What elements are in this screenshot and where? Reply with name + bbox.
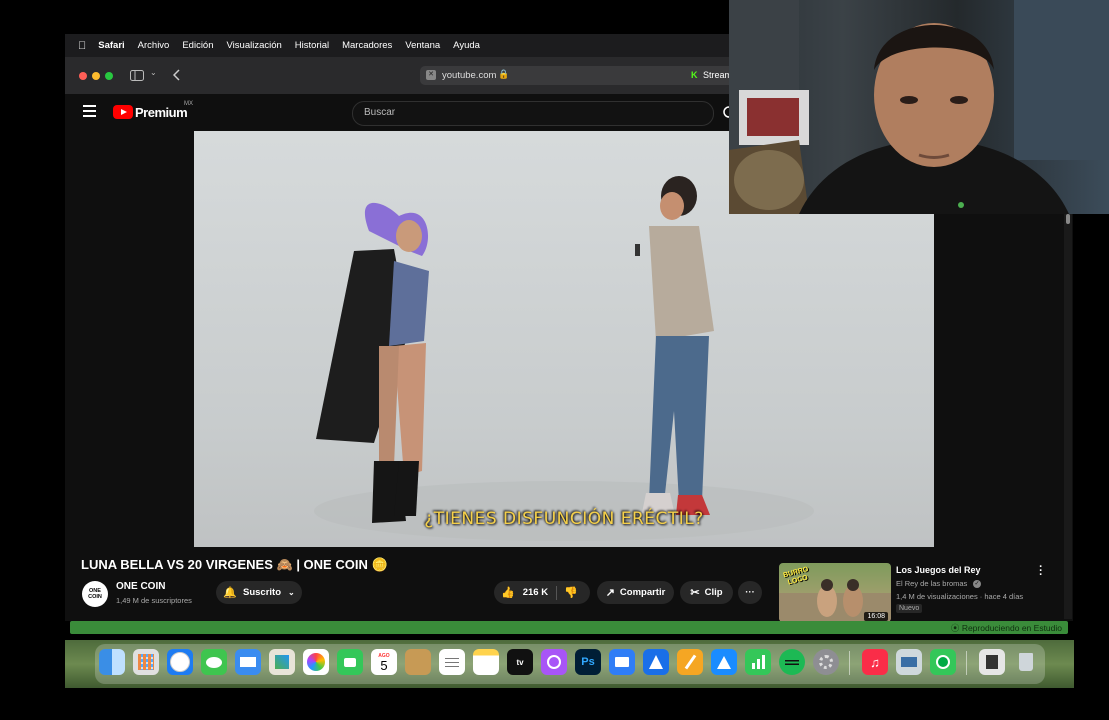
clip-label: Clip	[704, 587, 723, 598]
safari-toolbar: ⌄ ✕ youtube.com 🔒 🔊 ••• K Stream	[65, 57, 738, 94]
bell-icon: 🔔	[223, 587, 237, 599]
close-window-button[interactable]	[79, 72, 87, 80]
hamburger-menu-icon[interactable]	[83, 105, 96, 117]
notes-icon[interactable]	[473, 649, 499, 675]
video-duration: 16:08	[864, 612, 888, 621]
launchpad-icon[interactable]	[133, 649, 159, 675]
share-label: Compartir	[619, 587, 666, 598]
verified-icon: ✓	[973, 580, 981, 588]
youtube-premium-label: Premium	[135, 105, 188, 120]
pages-icon[interactable]	[677, 649, 703, 675]
facetime-icon[interactable]	[337, 649, 363, 675]
youtube-logo-icon[interactable]	[113, 105, 133, 119]
apple-tv-label: tv	[516, 657, 524, 667]
broadcast-icon: ⦿	[950, 623, 960, 633]
more-actions-button[interactable]: ···	[738, 581, 762, 604]
share-button[interactable]: ↗ Compartir	[597, 581, 674, 604]
minimize-window-button[interactable]	[92, 72, 100, 80]
recommendation-title[interactable]: Los Juegos del Rey	[896, 565, 981, 575]
like-dislike-group: 👍 216 K 👎	[494, 581, 590, 604]
photos-icon[interactable]	[303, 649, 329, 675]
address-url: youtube.com	[442, 70, 497, 81]
menu-ayuda[interactable]: Ayuda	[453, 40, 480, 51]
downloads-folder-icon[interactable]	[979, 649, 1005, 675]
messages-icon[interactable]	[201, 649, 227, 675]
video-title: LUNA BELLA VS 20 VIRGENES 🙈 | ONE COIN 🪙	[81, 557, 388, 572]
spotify-icon[interactable]	[779, 649, 805, 675]
region-label: MX	[184, 101, 193, 107]
trash-icon[interactable]	[1013, 649, 1039, 675]
apple-tv-icon[interactable]: tv	[507, 649, 533, 675]
status-label: ⦿ Reproduciendo en Estudio	[950, 623, 1062, 633]
chevron-down-icon[interactable]: ⌄	[150, 68, 157, 77]
system-settings-icon[interactable]	[813, 649, 839, 675]
podcasts-icon[interactable]	[541, 649, 567, 675]
reminders-icon[interactable]	[439, 649, 465, 675]
video-subtitle: ¿TIENES DISFUNCIÓN ERÉCTIL?	[424, 509, 704, 529]
subscriber-count: 1,49 M de suscriptores	[116, 596, 192, 605]
apple-icon[interactable]: 	[78, 40, 86, 52]
sidebar-icon[interactable]	[130, 70, 144, 81]
subscribed-label: Suscrito	[242, 587, 281, 598]
studio-status-bar: ⦿ Reproduciendo en Estudio	[70, 621, 1068, 634]
scissors-icon: ✂	[690, 587, 700, 599]
subscribed-button[interactable]: 🔔 Suscrito ⌄	[216, 581, 302, 604]
share-icon: ↗	[605, 587, 615, 599]
mail-icon[interactable]	[235, 649, 261, 675]
music-icon[interactable]: ♫	[862, 649, 888, 675]
menu-historial[interactable]: Historial	[295, 40, 329, 51]
keynote-icon[interactable]	[609, 649, 635, 675]
obs-icon[interactable]	[930, 649, 956, 675]
menu-edicion[interactable]: Edición	[182, 40, 213, 51]
recommendation-menu-icon[interactable]: · · ·	[1038, 562, 1044, 581]
menu-archivo[interactable]: Archivo	[138, 40, 170, 51]
app-store-icon[interactable]	[711, 649, 737, 675]
photoshop-icon[interactable]: Ps	[575, 649, 601, 675]
page-scrollbar[interactable]	[1064, 214, 1072, 619]
calendar-icon[interactable]: AGO 5	[371, 649, 397, 675]
webcam-feed	[729, 0, 1109, 214]
contacts-icon[interactable]	[405, 649, 431, 675]
channel-name[interactable]: ONE COIN	[116, 581, 165, 592]
like-icon[interactable]: 👍	[501, 586, 515, 599]
back-icon[interactable]	[173, 69, 181, 81]
dislike-icon[interactable]: 👎	[564, 586, 578, 599]
youtube-header: Premium MX Buscar	[65, 94, 730, 131]
mac-menubar:  Safari Archivo Edición Visualización H…	[65, 34, 729, 57]
numbers-icon[interactable]	[745, 649, 771, 675]
webcam-overlay	[729, 0, 1109, 214]
maps-icon[interactable]	[269, 649, 295, 675]
finder-icon[interactable]	[99, 649, 125, 675]
like-count[interactable]: 216 K	[523, 587, 548, 598]
tab-stream[interactable]: K Stream	[685, 66, 735, 85]
recommendation-channel: El Rey de las bromas	[896, 579, 968, 588]
lock-icon: 🔒	[498, 69, 510, 79]
kick-favicon-icon: K	[691, 70, 698, 80]
zoom-window-button[interactable]	[105, 72, 113, 80]
menu-visualizacion[interactable]: Visualización	[227, 40, 282, 51]
more-icon: ···	[745, 587, 755, 598]
site-favicon-icon: ✕	[426, 70, 436, 80]
safari-icon[interactable]	[167, 649, 193, 675]
menu-marcadores[interactable]: Marcadores	[342, 40, 392, 51]
preview-icon[interactable]	[896, 649, 922, 675]
menu-ventana[interactable]: Ventana	[405, 40, 440, 51]
search-placeholder: Buscar	[364, 107, 396, 118]
clip-button[interactable]: ✂ Clip	[680, 581, 733, 604]
new-badge: Nuevo	[896, 604, 923, 613]
recommendation-thumbnail[interactable]: BURRO LOCO 16:08	[779, 563, 891, 622]
recommendation-meta: 1,4 M de visualizaciones · hace 4 días	[896, 592, 1024, 601]
testflight-icon[interactable]	[643, 649, 669, 675]
tab-label: Stream	[703, 70, 733, 80]
page-scrollbar-thumb[interactable]	[1066, 214, 1070, 224]
chevron-down-icon: ⌄	[288, 588, 295, 597]
channel-avatar[interactable]: ONE COIN	[82, 581, 108, 607]
menu-app-name[interactable]: Safari	[98, 40, 124, 51]
search-input[interactable]: Buscar	[352, 101, 714, 126]
